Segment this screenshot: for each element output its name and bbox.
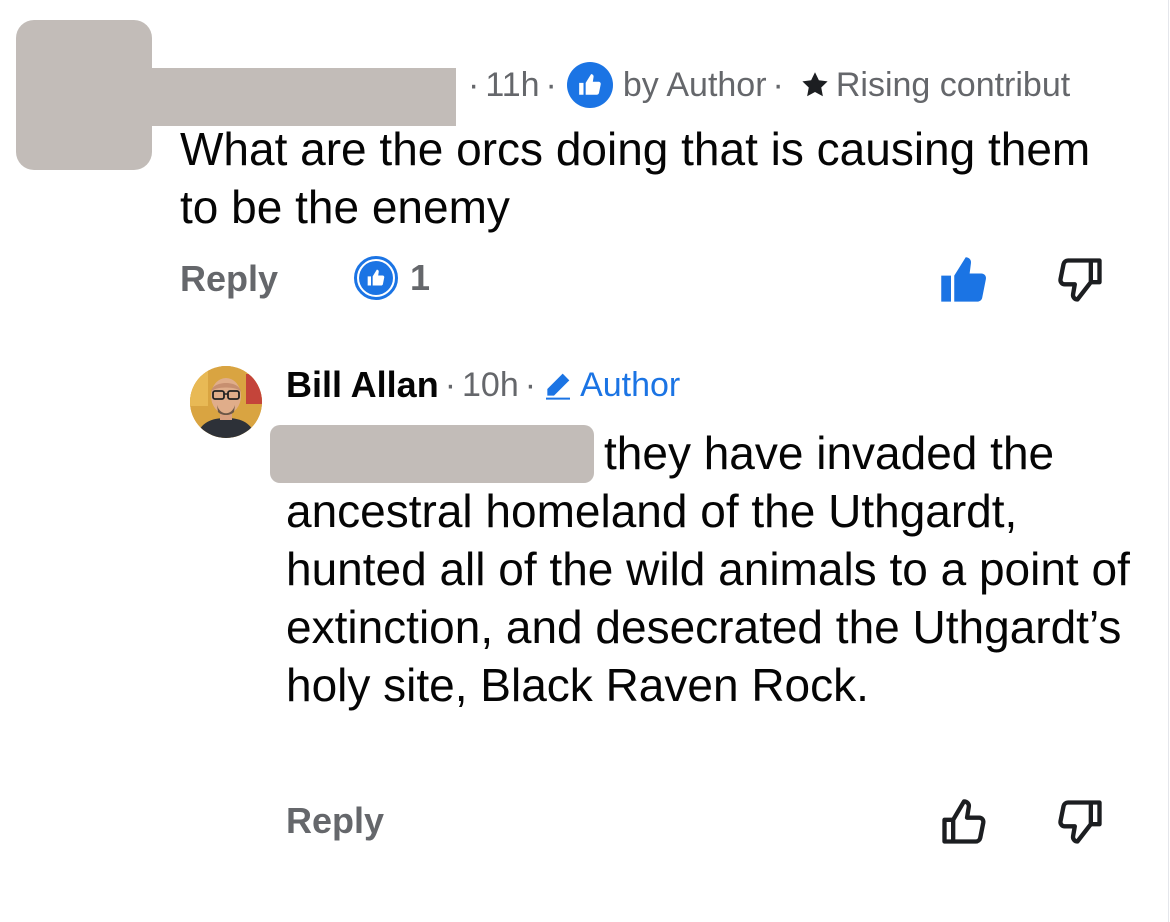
upvote-button[interactable] xyxy=(938,796,990,848)
pencil-icon xyxy=(542,369,574,401)
downvote-button[interactable] xyxy=(1054,254,1106,306)
separator-dot: · xyxy=(545,65,557,104)
redacted-username xyxy=(150,68,456,126)
reply-text: ancestral homeland of the Uthgardt, hunt… xyxy=(286,485,1130,711)
thumbs-up-filled-icon xyxy=(941,257,986,302)
by-author-label: by Author xyxy=(622,65,767,104)
comment-text: What are the orcs doing that is causing … xyxy=(180,123,1091,233)
thumbs-down-outline-icon xyxy=(1058,800,1102,844)
avatar-photo xyxy=(190,366,262,438)
rank-badge: Rising contribut xyxy=(835,65,1071,104)
thumbs-up-outline-icon xyxy=(942,799,986,844)
reply-text-first-line: they have invaded the xyxy=(604,427,1055,479)
author-role-badge: Author xyxy=(580,365,681,404)
reply-meta: Bill Allan · 10h · Author xyxy=(286,364,680,406)
reaction-badge xyxy=(354,256,398,300)
star-icon xyxy=(800,70,830,100)
reply-button[interactable]: Reply xyxy=(286,800,384,842)
comment-meta: · 11h · by Author · Rising contribut xyxy=(462,62,1070,108)
separator-dot: · xyxy=(772,65,784,104)
upvote-button[interactable] xyxy=(938,254,990,306)
avatar[interactable] xyxy=(190,366,262,438)
separator-dot: · xyxy=(444,365,457,404)
thumbs-up-icon xyxy=(566,62,613,108)
redacted-avatar xyxy=(16,20,152,170)
reaction-summary[interactable]: 1 xyxy=(354,256,430,300)
thumbs-down-outline-icon xyxy=(1058,258,1102,302)
redacted-mention xyxy=(270,425,594,483)
reply-button[interactable]: Reply xyxy=(180,258,278,300)
comment-time: 11h xyxy=(485,65,540,104)
separator-dot: · xyxy=(524,365,537,404)
thumbs-up-icon xyxy=(359,261,393,295)
reaction-count: 1 xyxy=(410,257,431,298)
downvote-button[interactable] xyxy=(1054,796,1106,848)
separator-dot: · xyxy=(468,65,480,104)
comment-time: 10h xyxy=(462,365,519,404)
author-name[interactable]: Bill Allan xyxy=(286,364,439,406)
right-edge-divider xyxy=(1168,0,1169,922)
